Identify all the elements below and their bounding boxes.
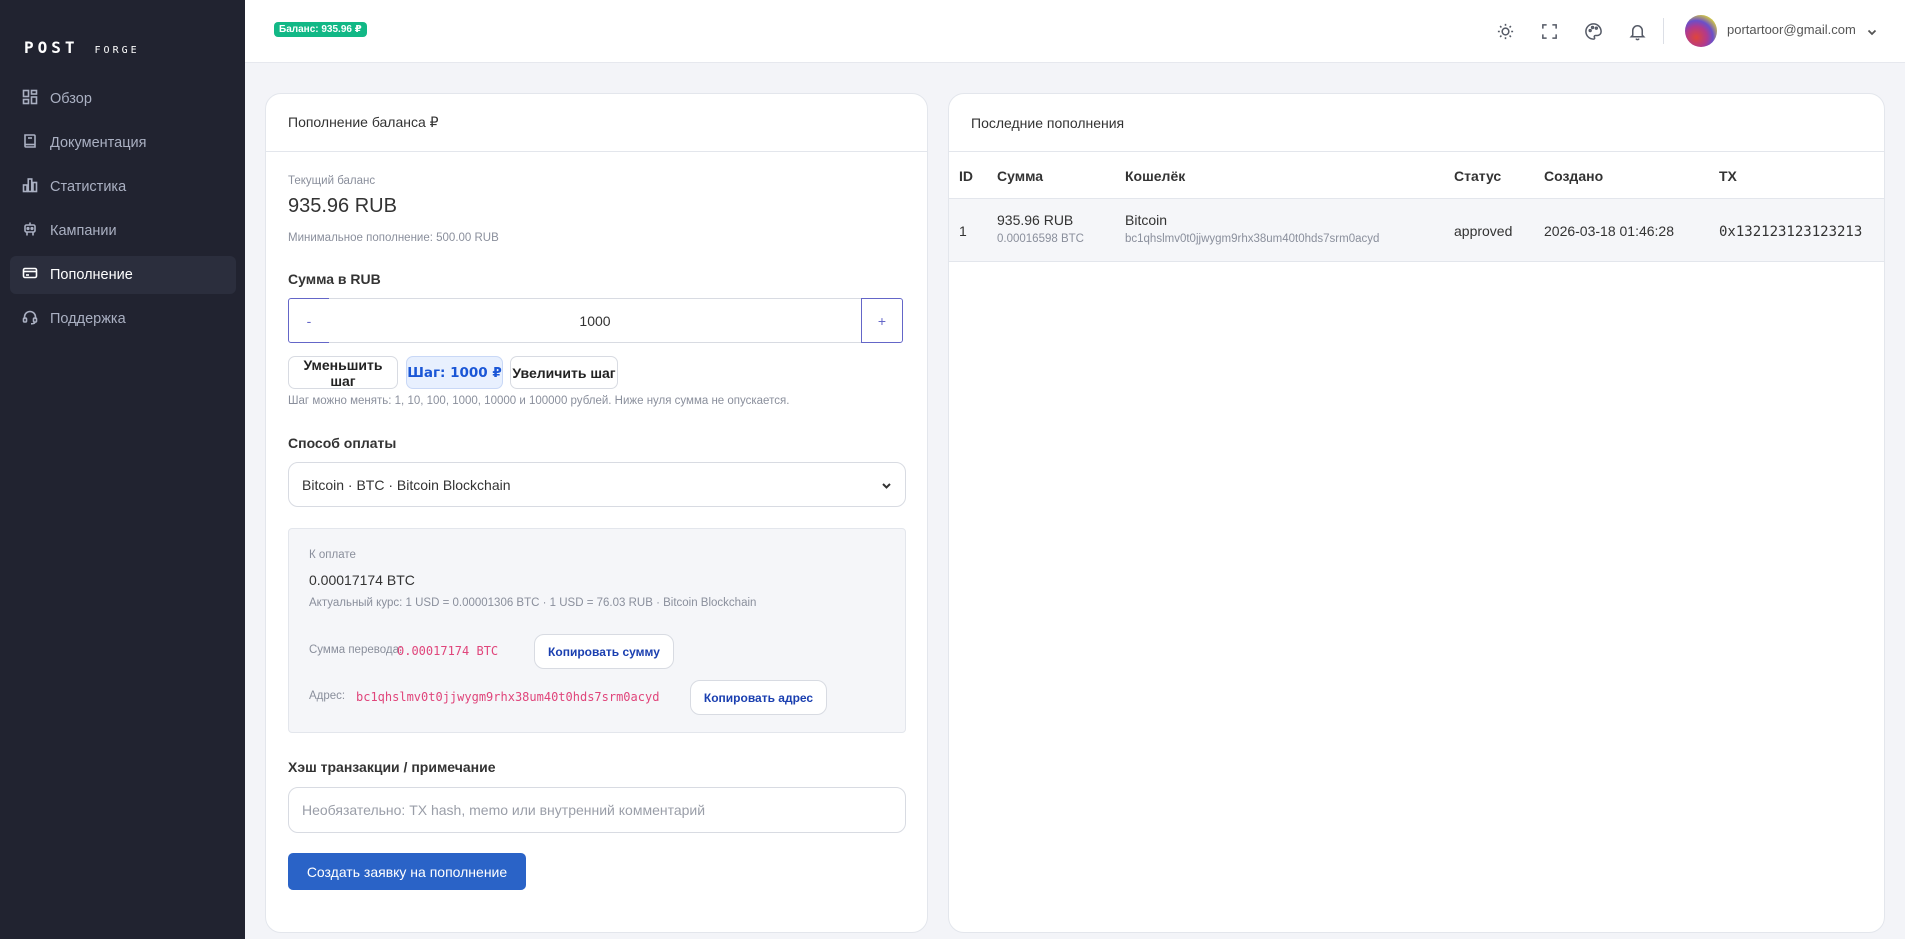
- column-header-status[interactable]: Статус: [1454, 168, 1501, 184]
- address-label: Адрес:: [309, 690, 346, 702]
- amount-label: Сумма в RUB: [288, 271, 381, 287]
- recent-topups-title: Последние пополнения: [949, 94, 1884, 152]
- row-wallet: Bitcoin: [1125, 212, 1168, 228]
- sidebar-item-label: Обзор: [50, 91, 92, 107]
- bell-icon[interactable]: [1626, 20, 1648, 42]
- payment-method-value: Bitcoin · BTC · Bitcoin Blockchain: [302, 476, 511, 493]
- robot-icon: [22, 221, 38, 241]
- decrease-step-button[interactable]: Уменьшить шаг: [288, 356, 398, 389]
- row-wallet-address: bc1qhslmv0t0jjwygm9rhx38um40t0hds7srm0ac…: [1125, 233, 1380, 245]
- logo[interactable]: POST FORGE: [24, 38, 140, 57]
- step-hint: Шаг можно менять: 1, 10, 100, 1000, 1000…: [288, 395, 790, 407]
- topup-card-title: Пополнение баланса ₽: [266, 94, 927, 152]
- row-status: approved: [1454, 223, 1513, 239]
- row-tx-hash[interactable]: 0x132123123123213: [1719, 224, 1862, 240]
- copy-amount-button[interactable]: Копировать сумму: [534, 634, 674, 669]
- column-header-amount[interactable]: Сумма: [997, 168, 1043, 184]
- current-balance-value: 935.96 RUB: [288, 195, 397, 217]
- sidebar-item-support[interactable]: Поддержка: [10, 300, 236, 338]
- transfer-amount-value[interactable]: 0.00017174 BTC: [397, 644, 498, 658]
- header-divider: [1663, 18, 1664, 44]
- sidebar-item-label: Пополнение: [50, 267, 133, 283]
- create-topup-request-button[interactable]: Создать заявку на пополнение: [288, 853, 526, 890]
- column-header-id[interactable]: ID: [959, 168, 973, 184]
- sidebar-item-label: Кампании: [50, 223, 117, 239]
- bar-chart-icon: [22, 177, 38, 197]
- table-row[interactable]: 1 935.96 RUB 0.00016598 BTC Bitcoin bc1q…: [949, 199, 1884, 262]
- sidebar: POST FORGE Обзор Документация Статистика…: [0, 0, 245, 939]
- sidebar-item-topup[interactable]: Пополнение: [10, 256, 236, 294]
- to-pay-value: 0.00017174 BTC: [309, 572, 415, 588]
- increment-button[interactable]: +: [861, 298, 903, 343]
- dashboard-icon: [22, 89, 38, 109]
- user-email[interactable]: portartoor@gmail.com: [1727, 22, 1856, 37]
- table-header: ID Сумма Кошелёк Статус Создано TX: [949, 152, 1884, 199]
- increase-step-button[interactable]: Увеличить шаг: [510, 356, 618, 389]
- sidebar-item-overview[interactable]: Обзор: [10, 80, 236, 118]
- topup-card: Пополнение баланса ₽ Текущий баланс 935.…: [265, 93, 928, 933]
- exchange-rate-text: Актуальный курс: 1 USD = 0.00001306 BTC …: [309, 597, 757, 609]
- palette-icon[interactable]: [1582, 20, 1604, 42]
- transfer-amount-label: Сумма перевода:: [309, 644, 403, 656]
- decrement-button[interactable]: -: [288, 298, 330, 343]
- top-header: Баланс: 935.96 ₽ portartoor@gmail.com: [245, 0, 1905, 63]
- sidebar-item-label: Поддержка: [50, 311, 126, 327]
- to-pay-label: К оплате: [309, 549, 356, 561]
- tx-hash-label: Хэш транзакции / примечание: [288, 759, 496, 775]
- sun-icon[interactable]: [1494, 20, 1516, 42]
- min-topup-text: Минимальное пополнение: 500.00 RUB: [288, 232, 499, 244]
- fullscreen-icon[interactable]: [1538, 20, 1560, 42]
- avatar[interactable]: [1685, 15, 1717, 47]
- chevron-down-icon[interactable]: [1866, 25, 1878, 37]
- logo-main: POST: [24, 38, 79, 57]
- row-amount: 935.96 RUB: [997, 212, 1074, 228]
- step-badge[interactable]: Шаг: 1000 ₽: [406, 356, 503, 389]
- amount-input[interactable]: [329, 298, 861, 343]
- balance-badge: Баланс: 935.96 ₽: [274, 22, 367, 37]
- book-icon: [22, 133, 38, 153]
- sidebar-nav: Обзор Документация Статистика Кампании П…: [10, 80, 236, 344]
- recent-topups-table: ID Сумма Кошелёк Статус Создано TX 1 935…: [949, 152, 1884, 262]
- payment-method-select[interactable]: Bitcoin · BTC · Bitcoin Blockchain: [288, 462, 906, 507]
- recent-topups-card: Последние пополнения ID Сумма Кошелёк Ст…: [948, 93, 1885, 933]
- column-header-wallet[interactable]: Кошелёк: [1125, 168, 1185, 184]
- sidebar-item-stats[interactable]: Статистика: [10, 168, 236, 206]
- row-created: 2026-03-18 01:46:28: [1544, 223, 1674, 239]
- column-header-tx[interactable]: TX: [1719, 168, 1737, 184]
- sidebar-item-label: Статистика: [50, 179, 127, 195]
- sidebar-item-label: Документация: [50, 135, 147, 151]
- row-id: 1: [959, 223, 967, 239]
- payment-method-label: Способ оплаты: [288, 435, 397, 451]
- current-balance-label: Текущий баланс: [288, 175, 376, 187]
- wallet-address-value[interactable]: bc1qhslmv0t0jjwygm9rhx38um40t0hds7srm0ac…: [356, 690, 659, 704]
- chevron-down-icon: [882, 483, 891, 489]
- sidebar-item-campaigns[interactable]: Кампании: [10, 212, 236, 250]
- sidebar-item-docs[interactable]: Документация: [10, 124, 236, 162]
- headset-icon: [22, 309, 38, 329]
- column-header-created[interactable]: Создано: [1544, 168, 1603, 184]
- copy-address-button[interactable]: Копировать адрес: [690, 680, 827, 715]
- credit-card-icon: [22, 265, 38, 285]
- row-amount-btc: 0.00016598 BTC: [997, 233, 1084, 245]
- logo-sub: FORGE: [94, 45, 140, 56]
- payment-details-box: К оплате 0.00017174 BTC Актуальный курс:…: [288, 528, 906, 733]
- tx-hash-input[interactable]: [288, 787, 906, 833]
